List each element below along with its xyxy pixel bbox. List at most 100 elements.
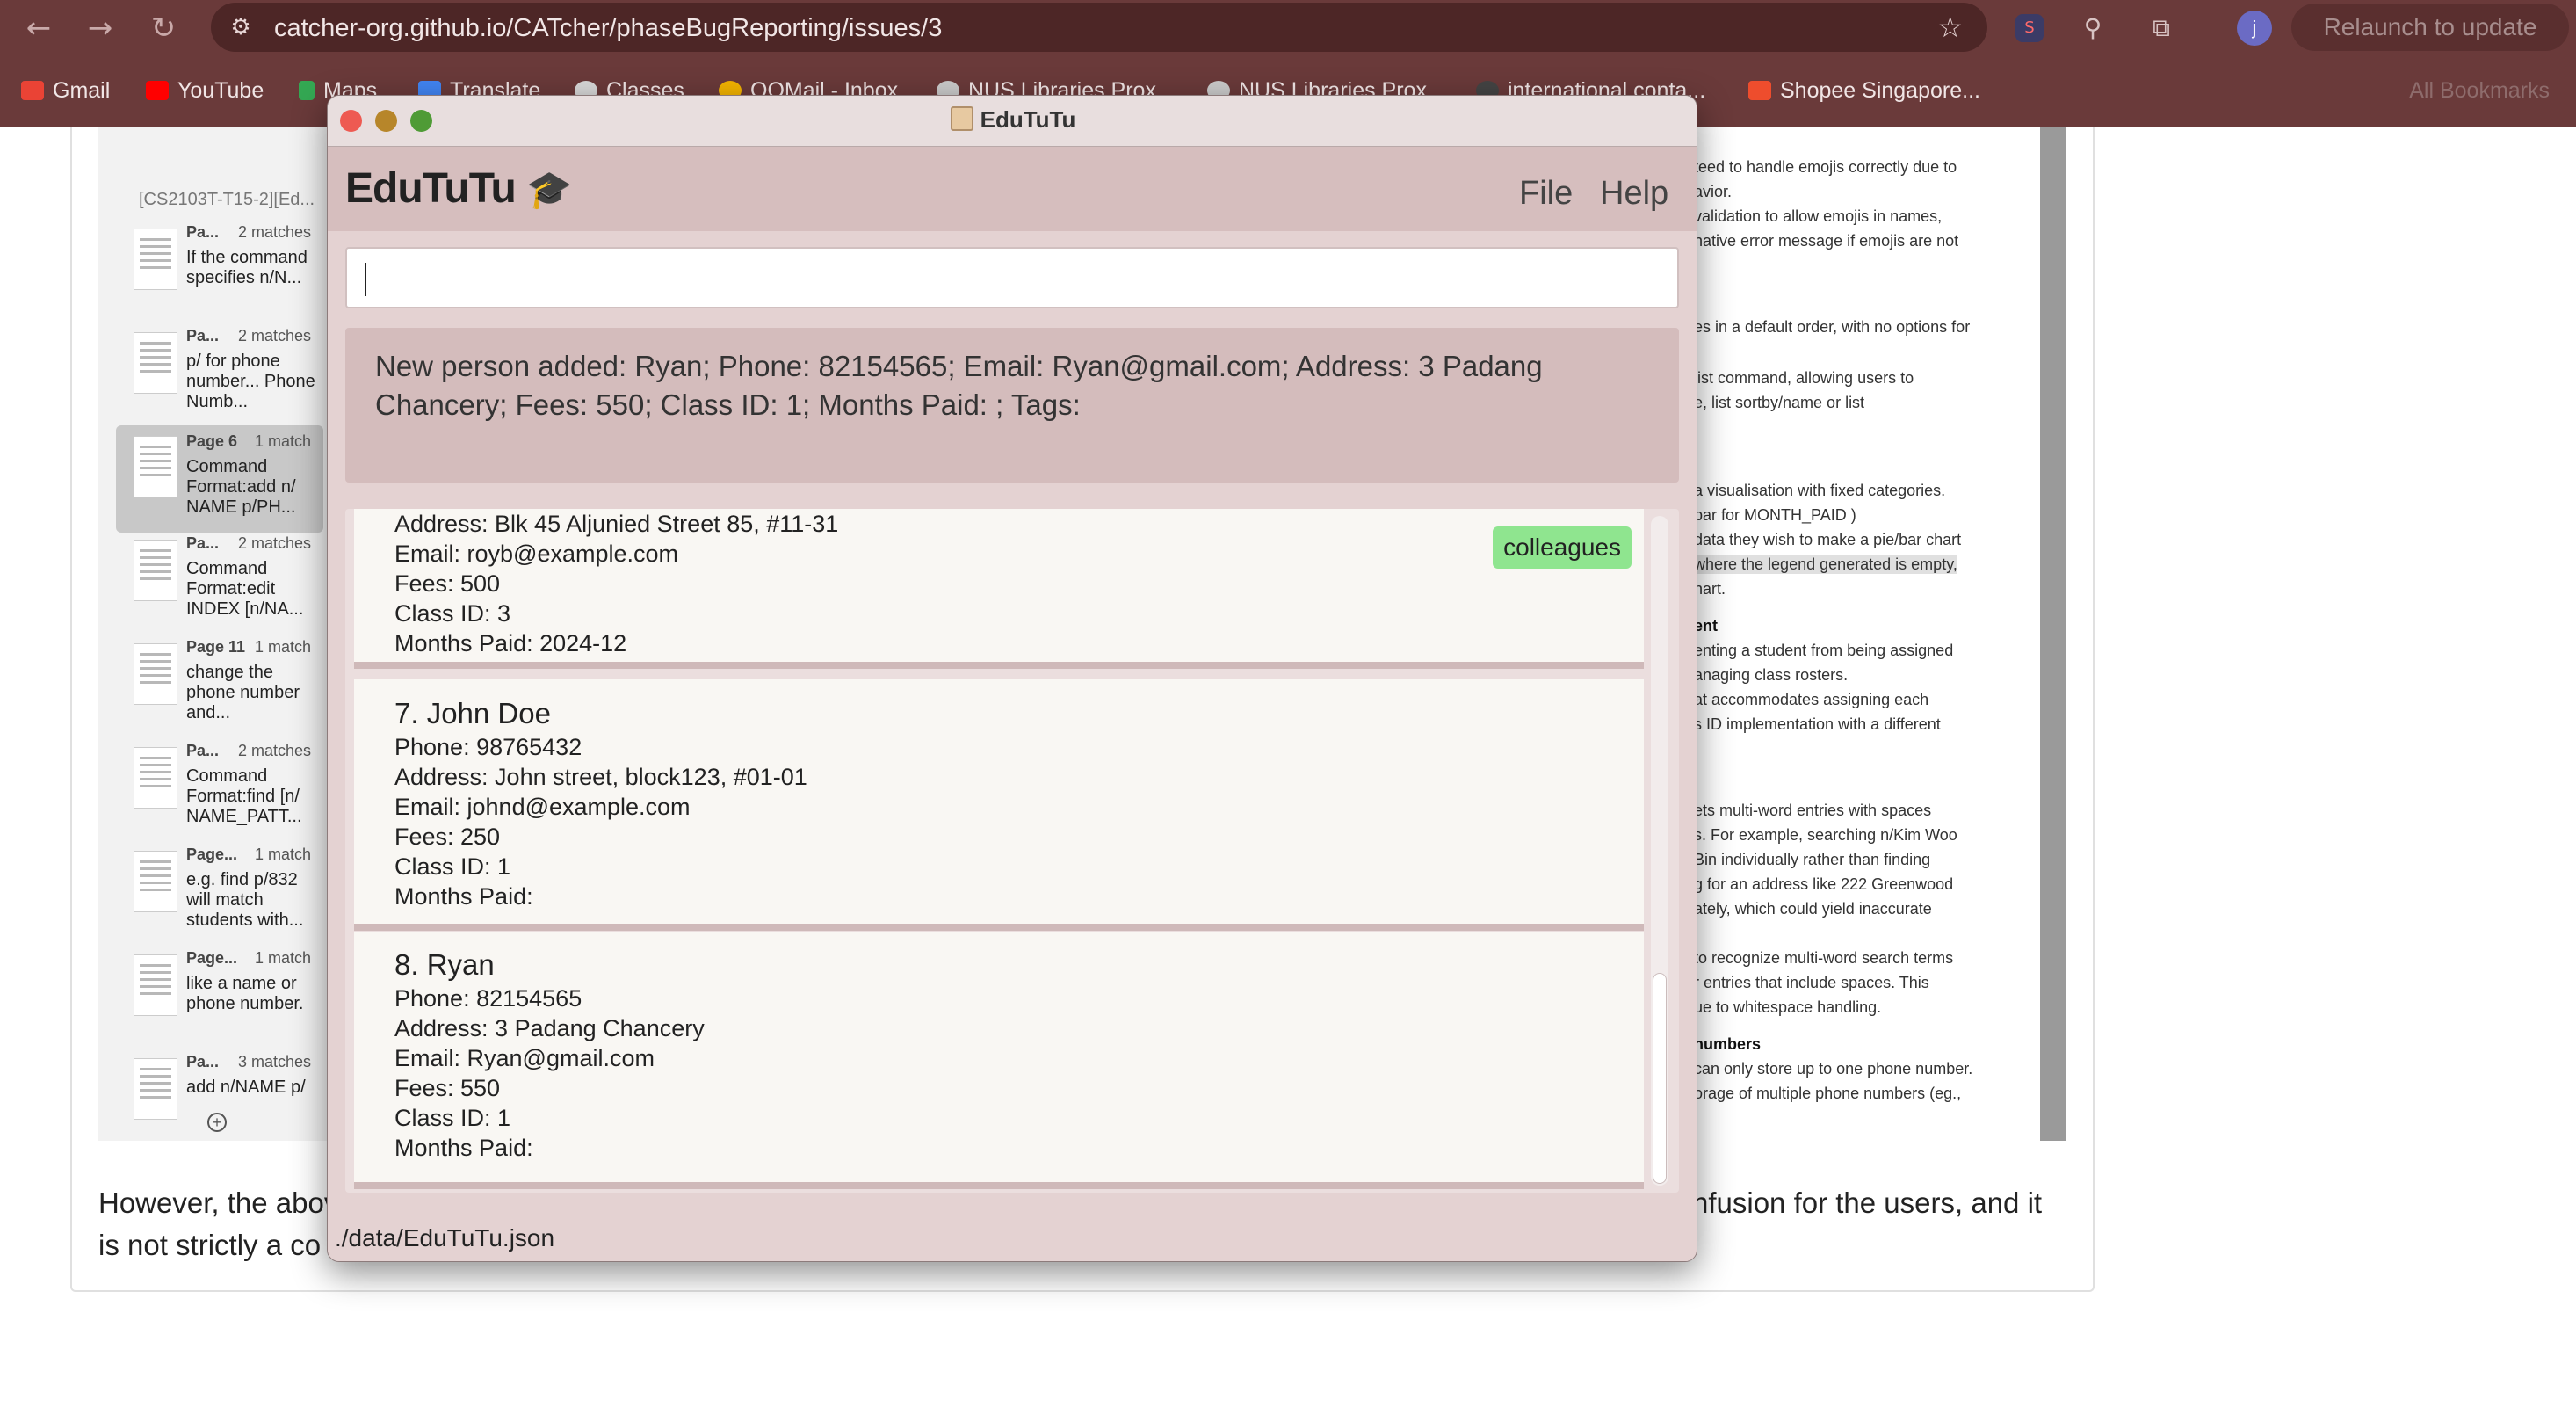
- bookmark-star-icon[interactable]: ☆: [1937, 11, 1963, 43]
- window-titlebar[interactable]: EduTuTu: [328, 96, 1697, 147]
- pdf-text: at accommodates assigning each: [1694, 691, 1929, 708]
- person-card[interactable]: 7. John Doe Phone: 98765432 Address: Joh…: [354, 679, 1644, 931]
- zoom-icon[interactable]: +: [207, 1113, 227, 1132]
- pdf-text: ately, which could yield inaccurate: [1694, 900, 1932, 918]
- app-brand: EduTuTu 🎓: [345, 164, 572, 213]
- result-text: Command Format:edit INDEX [n/NA...: [186, 559, 304, 619]
- reload-icon[interactable]: ↻: [144, 9, 183, 47]
- pdf-text: s ID implementation with a different: [1694, 715, 1941, 733]
- result-page: Pa...: [186, 223, 220, 241]
- all-bookmarks[interactable]: All Bookmarks: [2409, 77, 2550, 104]
- search-result[interactable]: Page... 1 match e.g. find p/832 will match…: [116, 845, 323, 944]
- text-caret: [365, 263, 366, 296]
- extensions-icon[interactable]: ⧉: [2144, 11, 2179, 46]
- page-thumbnail: [134, 954, 177, 1016]
- person-list-scrollbar[interactable]: [1651, 516, 1668, 1186]
- pdf-text: g for an address like 222 Greenwood: [1694, 875, 1954, 893]
- command-input[interactable]: [345, 247, 1679, 308]
- person-class-id: Class ID: 1: [394, 1105, 511, 1131]
- extension-icon[interactable]: S: [2015, 14, 2044, 42]
- scrollbar-thumb[interactable]: [1653, 973, 1667, 1184]
- menu-help[interactable]: Help: [1600, 175, 1668, 213]
- result-page: Page...: [186, 845, 238, 863]
- page-thumbnail: [134, 540, 177, 601]
- pdf-text: Bin individually rather than finding: [1694, 851, 1931, 868]
- pdf-page: teed to handle emojis correctly due to a…: [1694, 127, 2066, 1141]
- result-text: p/ for phone number... Phone Numb...: [186, 352, 315, 411]
- person-phone: Phone: 98765432: [394, 734, 582, 760]
- result-matches: 2 matches: [237, 223, 311, 241]
- youtube-icon: [146, 81, 169, 100]
- bookmark-shopee[interactable]: Shopee Singapore...: [1748, 77, 1980, 104]
- search-result[interactable]: Pa... 2 matches If the command specifies n…: [116, 223, 323, 322]
- pdf-text: r entries that include spaces. This: [1694, 974, 1929, 991]
- person-class-id: Class ID: 1: [394, 853, 511, 880]
- pdf-text: can only store up to one phone number.: [1694, 1060, 1973, 1078]
- person-address: Address: Blk 45 Aljunied Street 85, #11-…: [394, 511, 839, 537]
- issue-text-right-1: nfusion for the users, and it: [1692, 1186, 2043, 1219]
- back-icon[interactable]: ←: [19, 9, 58, 47]
- pdf-heading: numbers: [1694, 1035, 1762, 1053]
- result-text: Command Format:add n/ NAME p/PH...: [186, 457, 296, 517]
- search-result[interactable]: Page... 1 match like a name or phone numbe…: [116, 949, 323, 1048]
- pdf-text: bar for MONTH_PAID ): [1694, 506, 1856, 524]
- pdf-text: es in a default order, with no options f…: [1694, 318, 1971, 336]
- person-fees: Fees: 250: [394, 824, 501, 850]
- result-page: Pa...: [186, 1053, 220, 1070]
- url-text[interactable]: catcher-org.github.io/CATcher/phaseBugRe…: [274, 14, 942, 43]
- result-page: Pa...: [186, 742, 220, 759]
- page-thumbnail: [134, 229, 177, 290]
- search-result[interactable]: Page 11 1 match change the phone number an…: [116, 638, 323, 737]
- result-matches: 1 match: [254, 949, 311, 967]
- brand-text: EduTuTu: [345, 165, 517, 212]
- person-months-paid: Months Paid:: [394, 1135, 533, 1161]
- graduation-cap-icon: 🎓: [526, 168, 572, 211]
- bookmark-gmail[interactable]: Gmail: [21, 77, 110, 104]
- person-list[interactable]: Address: Blk 45 Aljunied Street 85, #11-…: [345, 509, 1679, 1193]
- person-email: Email: royb@example.com: [394, 541, 679, 567]
- address-bar[interactable]: ⚙ catcher-org.github.io/CATcher/phaseBug…: [211, 3, 1987, 52]
- search-result[interactable]: Pa... 2 matches p/ for phone number... Pho…: [116, 327, 323, 425]
- page-thumbnail: [134, 747, 177, 809]
- shopee-icon: [1748, 81, 1771, 100]
- search-result[interactable]: Pa... 2 matches Command Format:find [n/ NA…: [116, 742, 323, 840]
- pdf-text-highlighted: where the legend generated is empty,: [1694, 555, 1957, 574]
- menu-file[interactable]: File: [1519, 175, 1573, 213]
- pdf-text: ue to whitespace handling.: [1694, 998, 1882, 1016]
- forward-icon[interactable]: →: [81, 9, 119, 47]
- app-menubar: EduTuTu 🎓 File Help: [328, 147, 1697, 231]
- pdf-text: ets multi-word entries with spaces: [1694, 802, 1932, 819]
- result-text: like a name or phone number.: [186, 974, 304, 1013]
- result-page: Page 11: [186, 638, 246, 656]
- result-matches: 1 match: [254, 638, 311, 656]
- bookmark-youtube[interactable]: YouTube: [146, 77, 264, 104]
- pdf-text: avior.: [1694, 183, 1733, 200]
- search-result[interactable]: Pa... 2 matches Command Format:edit INDEX …: [116, 534, 323, 633]
- relaunch-button[interactable]: Relaunch to update: [2291, 4, 2569, 51]
- pdf-search-sidebar: [CS2103T-T15-2][Ed... Pa... 2 matches If t…: [98, 127, 327, 1141]
- pdf-text: hart.: [1694, 580, 1726, 598]
- pdf-text: to recognize multi-word search terms: [1694, 949, 1954, 967]
- site-info-icon[interactable]: ⚙: [227, 13, 255, 41]
- page-thumbnail: [134, 332, 177, 394]
- pdf-scrollbar[interactable]: [2040, 127, 2066, 1141]
- extension-puzzle-icon[interactable]: ⚲: [2075, 11, 2110, 46]
- pdf-text: orage of multiple phone numbers (eg.,: [1694, 1085, 1962, 1102]
- pdf-text: s. For example, searching n/Kim Woo: [1694, 826, 1957, 844]
- person-card[interactable]: Address: Blk 45 Aljunied Street 85, #11-…: [354, 509, 1644, 669]
- person-card[interactable]: 8. Ryan Phone: 82154565 Address: 3 Padan…: [354, 932, 1644, 1189]
- pdf-text: enting a student from being assigned: [1694, 642, 1954, 659]
- person-months-paid: Months Paid:: [394, 883, 533, 910]
- pdf-text: native error message if emojis are not: [1694, 232, 1959, 250]
- result-matches: 1 match: [254, 432, 311, 450]
- person-fees: Fees: 500: [394, 570, 501, 597]
- pdf-text: a visualisation with fixed categories.: [1694, 482, 1946, 499]
- pdf-text: teed to handle emojis correctly due to: [1694, 158, 1957, 176]
- person-address: Address: John street, block123, #01-01: [394, 764, 807, 790]
- person-name: 8. Ryan: [394, 948, 495, 981]
- result-matches: 2 matches: [237, 327, 311, 345]
- issue-text-left-2: is not strictly a co: [98, 1229, 322, 1261]
- profile-avatar[interactable]: j: [2237, 11, 2272, 46]
- search-result-active[interactable]: Page 6 1 match Command Format:add n/ NAME …: [116, 425, 323, 533]
- pdf-text: anaging class rosters.: [1694, 666, 1849, 684]
